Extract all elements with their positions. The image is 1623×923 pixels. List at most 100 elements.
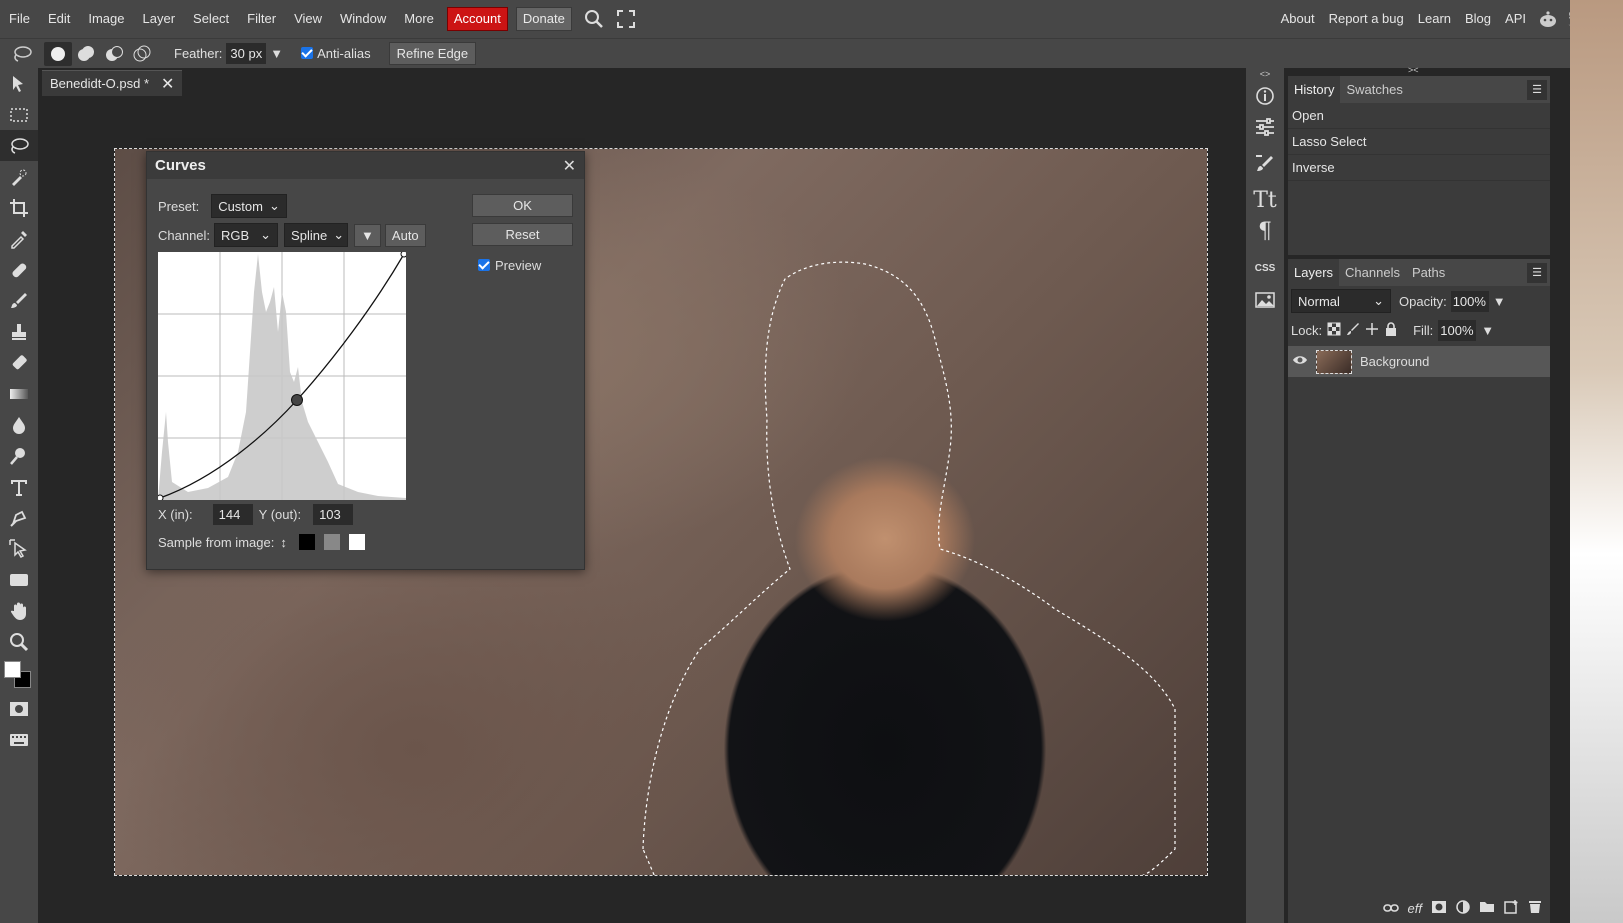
path-select-tool-icon[interactable] [0,533,38,564]
tab-history[interactable]: History [1288,76,1341,103]
interpolation-select[interactable]: Spline ⌄ [284,223,349,247]
collapse-arrows-icon[interactable]: <> [1246,68,1284,80]
refine-edge-button[interactable]: Refine Edge [388,42,477,65]
sample-gray-button[interactable] [323,534,340,550]
layer-row[interactable]: Background [1288,346,1550,377]
hand-tool-icon[interactable] [0,595,38,626]
link-blog[interactable]: Blog [1458,0,1498,38]
image-icon[interactable] [1246,284,1284,315]
antialias-checkbox[interactable] [301,46,314,61]
adjustments-icon[interactable] [1246,111,1284,142]
lasso-tool-icon[interactable] [0,130,38,161]
layer-effects-button[interactable]: eff [1408,901,1422,916]
opacity-input[interactable]: 100% [1450,290,1489,312]
pen-tool-icon[interactable] [0,502,38,533]
donate-button[interactable]: Donate [515,7,572,31]
feather-input[interactable]: 30 px [226,43,267,64]
subtract-selection-icon[interactable] [100,42,128,66]
menu-view[interactable]: View [285,0,331,38]
brush-settings-icon[interactable] [1246,148,1284,179]
move-tool-icon[interactable] [0,68,38,99]
fullscreen-icon[interactable] [612,5,640,33]
new-selection-icon[interactable] [44,41,72,66]
close-document-icon[interactable]: ✕ [161,74,174,94]
healing-tool-icon[interactable] [0,254,38,285]
collapse-panels-icon[interactable]: >< [1408,65,1419,75]
crop-tool-icon[interactable] [0,192,38,223]
new-layer-icon[interactable] [1504,899,1519,917]
search-icon[interactable] [580,5,608,33]
tab-paths[interactable]: Paths [1406,259,1451,286]
curves-titlebar[interactable]: Curves ✕ [147,152,584,179]
sample-black-button[interactable] [298,534,315,550]
add-mask-icon[interactable] [1431,900,1447,917]
menu-layer[interactable]: Layer [134,0,185,38]
account-button[interactable]: Account [446,7,508,31]
link-about[interactable]: About [1274,0,1322,38]
dodge-tool-icon[interactable] [0,440,38,471]
preset-select[interactable]: Custom ⌄ [211,194,287,218]
rectangle-tool-icon[interactable] [0,564,38,595]
quick-select-tool-icon[interactable] [0,161,38,192]
channel-select[interactable]: RGB ⌄ [214,223,279,247]
add-selection-icon[interactable] [72,42,100,66]
foreground-color[interactable] [4,661,21,678]
history-item[interactable]: Open [1288,103,1550,129]
link-layers-icon[interactable] [1382,901,1399,916]
curve-control-point[interactable] [291,394,303,406]
intersect-selection-icon[interactable] [128,42,156,66]
css-icon[interactable]: CSS [1246,253,1284,284]
lock-all-icon[interactable] [1384,321,1398,339]
eraser-tool-icon[interactable] [0,347,38,378]
link-report-bug[interactable]: Report a bug [1322,0,1411,38]
stamp-tool-icon[interactable] [0,316,38,347]
delete-layer-icon[interactable] [1528,899,1542,917]
lasso-tool-icon[interactable] [8,42,36,66]
new-folder-icon[interactable] [1479,900,1495,916]
menu-select[interactable]: Select [184,0,238,38]
x-in-input[interactable]: 144 [212,504,253,525]
panel-menu-icon[interactable]: ☰ [1527,79,1547,100]
menu-file[interactable]: File [0,0,39,38]
info-icon[interactable] [1246,80,1284,111]
ok-button[interactable]: OK [472,194,573,217]
lock-position-icon[interactable] [1365,322,1379,339]
panel-menu-icon[interactable]: ☰ [1527,262,1547,283]
preview-checkbox[interactable] [478,258,490,273]
curve-endpoint-white[interactable] [400,250,408,258]
panel-scrollbar[interactable] [1550,68,1570,923]
adjustment-layer-icon[interactable] [1456,899,1470,917]
menu-filter[interactable]: Filter [238,0,285,38]
menu-window[interactable]: Window [331,0,395,38]
zoom-tool-icon[interactable] [0,626,38,657]
character-icon[interactable]: Tt [1246,185,1284,216]
sample-white-button[interactable] [348,534,365,550]
fill-dropdown-icon[interactable]: ▼ [1481,323,1494,338]
opacity-dropdown-icon[interactable]: ▼ [1493,294,1506,309]
menu-image[interactable]: Image [79,0,133,38]
fill-input[interactable]: 100% [1438,319,1477,341]
reset-button[interactable]: Reset [472,223,573,246]
marquee-tool-icon[interactable] [0,99,38,130]
close-dialog-icon[interactable]: ✕ [563,156,576,176]
tab-channels[interactable]: Channels [1339,259,1406,286]
curve-endpoint-black[interactable] [156,494,164,502]
eyedropper-tool-icon[interactable] [0,223,38,254]
document-tab[interactable]: Benedidt-O.psd * ✕ [42,70,183,96]
quick-mask-icon[interactable] [0,693,38,724]
keyboard-icon[interactable] [0,724,38,755]
type-tool-icon[interactable] [0,471,38,502]
history-item[interactable]: Inverse [1288,155,1550,181]
reddit-icon[interactable] [1533,10,1563,28]
auto-button[interactable]: Auto [384,223,426,247]
lock-pixels-icon[interactable] [1346,322,1360,339]
lock-transparency-icon[interactable] [1327,322,1341,339]
paragraph-icon[interactable]: ¶ [1246,216,1284,247]
tab-swatches[interactable]: Swatches [1340,76,1408,103]
menu-more[interactable]: More [395,0,443,38]
curve-graph[interactable] [156,250,408,502]
menu-edit[interactable]: Edit [39,0,79,38]
blend-mode-select[interactable]: Normal ⌄ [1291,289,1391,313]
feather-dropdown-icon[interactable]: ▼ [270,46,283,61]
gradient-tool-icon[interactable] [0,378,38,409]
